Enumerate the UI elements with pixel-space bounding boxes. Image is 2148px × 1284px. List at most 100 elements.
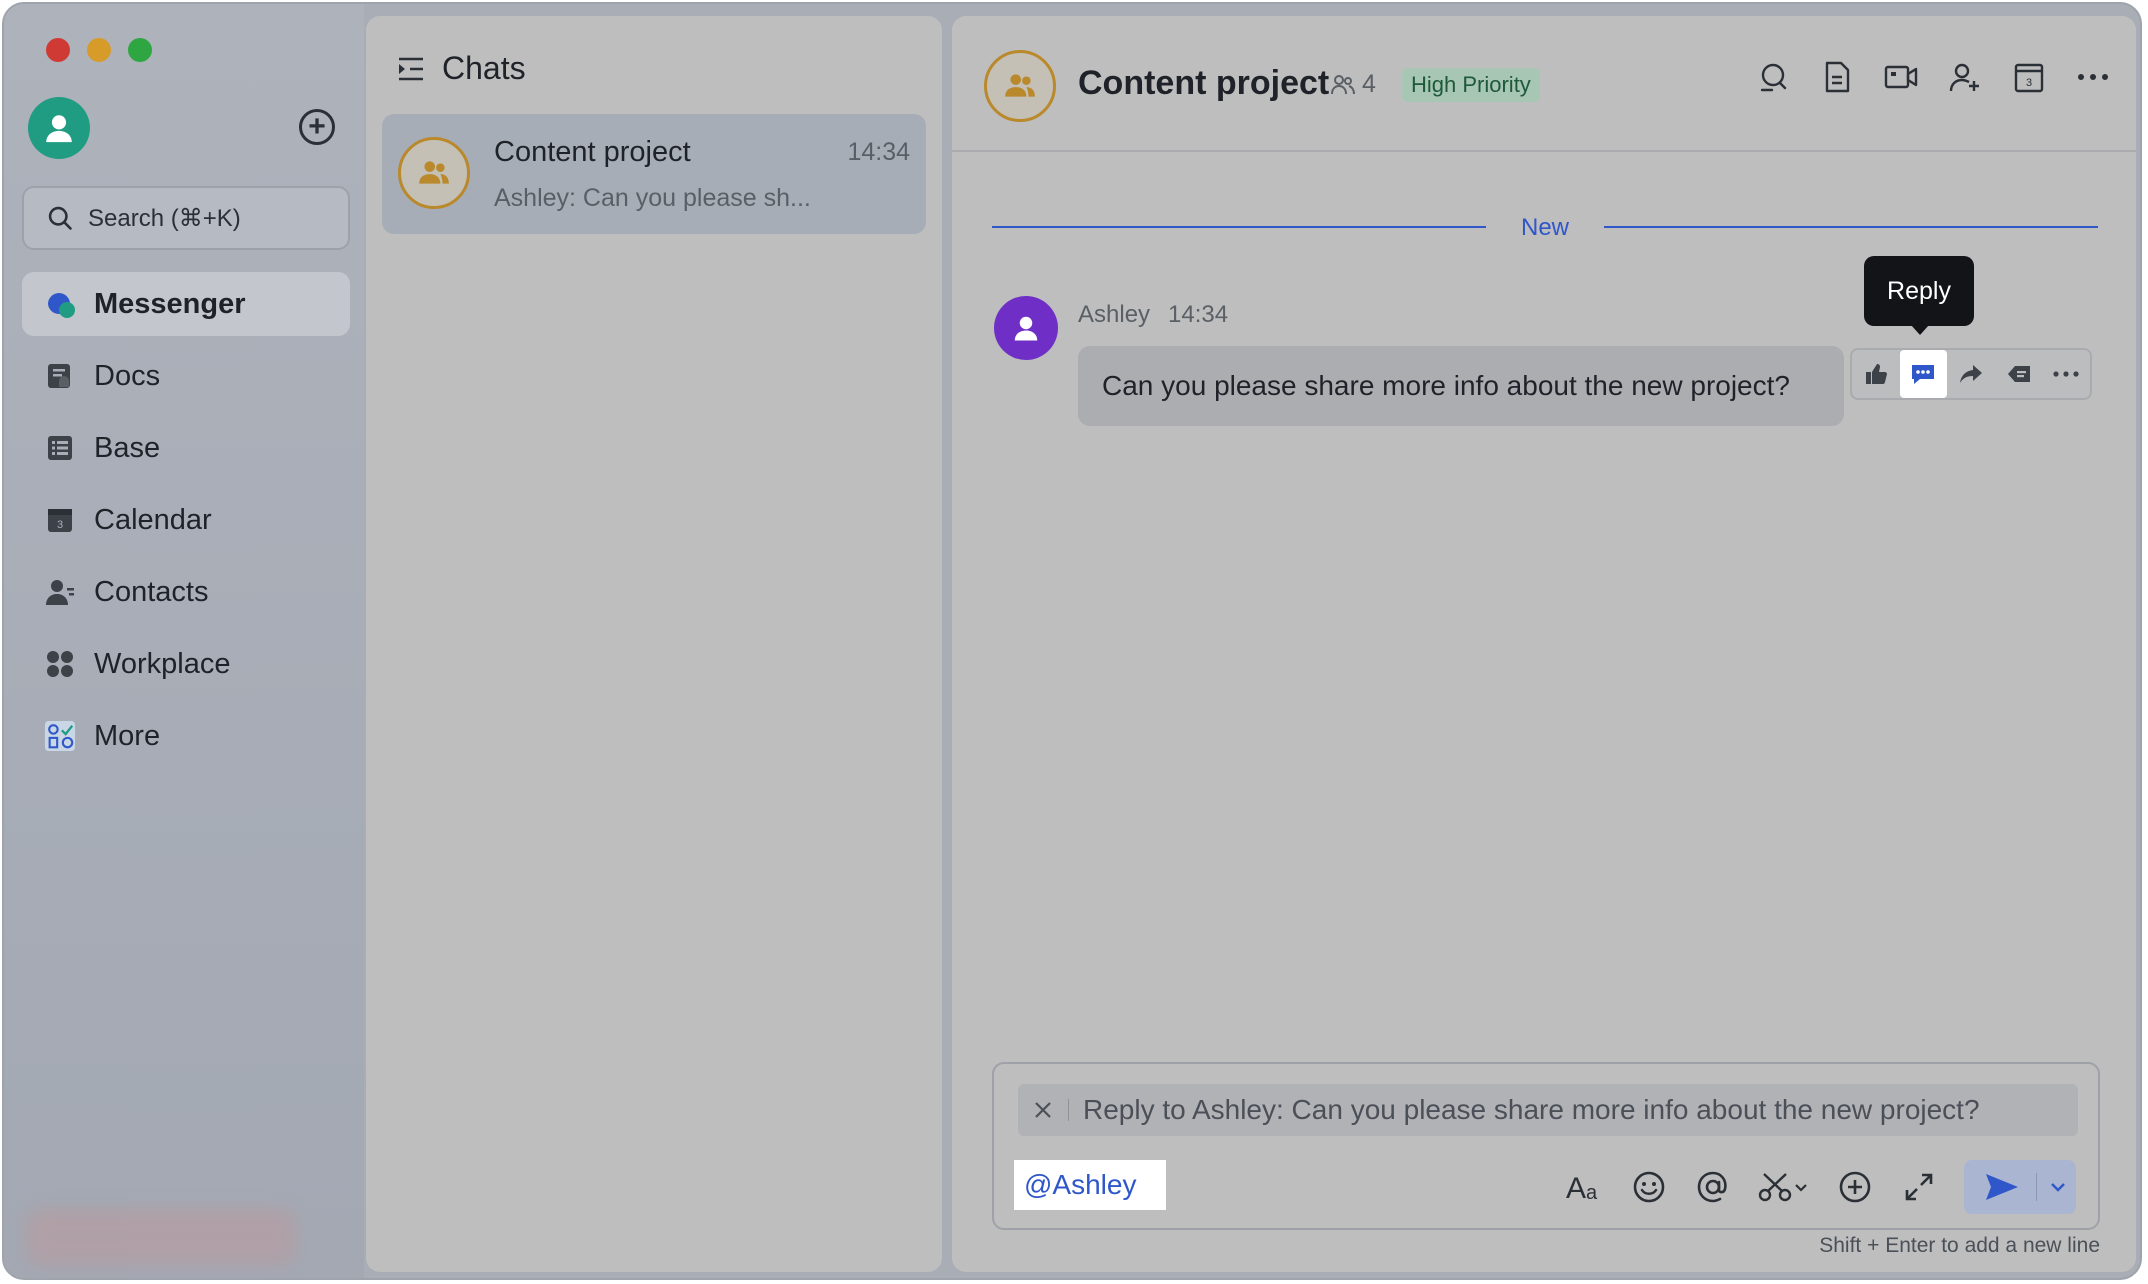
search-icon <box>48 206 72 230</box>
chat-list-item[interactable]: Content project 14:34 Ashley: Can you pl… <box>382 114 926 234</box>
members-icon <box>1331 74 1355 94</box>
new-messages-divider: New <box>992 212 2098 242</box>
chevron-down-icon[interactable] <box>2050 1182 2066 1192</box>
member-count-value: 4 <box>1362 70 1376 98</box>
forward-arrow-icon <box>1959 365 1982 383</box>
send-button[interactable] <box>1964 1160 2076 1214</box>
nav-item-workplace[interactable]: Workplace <box>22 632 350 696</box>
priority-tag: High Priority <box>1402 68 1540 102</box>
forward-button[interactable] <box>1947 350 1995 398</box>
reply-banner-text: Reply to Ashley: Can you please share mo… <box>1083 1094 1980 1125</box>
thumbs-up-button[interactable] <box>1852 350 1900 398</box>
chat-preview: Ashley: Can you please sh... <box>494 184 811 212</box>
minimize-window-button[interactable] <box>87 38 111 62</box>
base-icon <box>44 432 76 464</box>
create-button[interactable]: + <box>299 109 335 145</box>
navigation-rail: + Search (⌘+K) Messenger Docs Base 3 Cal… <box>4 4 364 1278</box>
collapse-list-icon[interactable] <box>396 54 426 84</box>
chat-list-title: Chats <box>442 50 526 86</box>
send-separator <box>2036 1173 2037 1201</box>
screenshot-button[interactable] <box>1758 1168 1810 1206</box>
person-icon <box>46 115 72 143</box>
blurred-status-area <box>26 1209 296 1265</box>
message-more-button[interactable] <box>2042 350 2090 398</box>
nav-item-calendar[interactable]: 3 Calendar <box>22 488 350 552</box>
reply-bubble-icon <box>1912 365 1935 384</box>
nav-label: Messenger <box>94 287 246 320</box>
divider-label: New <box>1520 214 1569 241</box>
thumbs-up-icon <box>1865 364 1887 384</box>
text-format-button[interactable]: Aa <box>1566 1168 1604 1206</box>
calendar-button[interactable]: 3 <box>2012 60 2046 94</box>
nav-label: Contacts <box>94 575 209 608</box>
reply-separator <box>1068 1099 1069 1121</box>
scissors-icon <box>1758 1173 1807 1202</box>
more-options-button[interactable] <box>2076 60 2110 94</box>
expand-editor-button[interactable] <box>1900 1168 1938 1206</box>
nav-item-more[interactable]: More <box>22 704 350 768</box>
search-chat-icon <box>1760 63 1787 92</box>
plus-circle-icon <box>1839 1171 1871 1203</box>
message-bubble[interactable]: Can you please share more info about the… <box>1078 346 1844 426</box>
nav-label: Workplace <box>94 647 231 680</box>
quote-button[interactable] <box>1995 350 2043 398</box>
svg-text:a: a <box>1586 1182 1598 1202</box>
person-icon <box>1014 316 1038 341</box>
mention-button[interactable] <box>1694 1168 1732 1206</box>
chat-name: Content project <box>494 136 691 168</box>
message-input[interactable]: @Ashley <box>1014 1160 1166 1210</box>
chat-list-panel: Chats Content project 14:34 Ashley: Can … <box>366 16 942 1272</box>
calendar-icon: 3 <box>44 504 76 536</box>
nav-item-docs[interactable]: Docs <box>22 344 350 408</box>
emoji-button[interactable] <box>1630 1168 1668 1206</box>
search-box[interactable]: Search (⌘+K) <box>22 186 350 250</box>
message-time: 14:34 <box>1168 301 1229 328</box>
cancel-reply-button[interactable] <box>1028 1095 1058 1125</box>
group-icon <box>419 161 449 184</box>
svg-text:3: 3 <box>2026 77 2032 89</box>
user-avatar[interactable] <box>28 97 90 159</box>
ellipsis-icon <box>2078 74 2108 80</box>
sender-avatar[interactable] <box>994 296 1058 360</box>
mention-token: @Ashley <box>1024 1169 1137 1200</box>
nav-item-contacts[interactable]: Contacts <box>22 560 350 624</box>
contacts-icon <box>44 576 76 608</box>
zoom-window-button[interactable] <box>128 38 152 62</box>
group-avatar <box>398 137 470 209</box>
nav-item-base[interactable]: Base <box>22 416 350 480</box>
ellipsis-icon <box>2053 371 2079 377</box>
docs-icon <box>44 360 76 392</box>
add-attachment-button[interactable] <box>1836 1168 1874 1206</box>
sender-name[interactable]: Ashley <box>1078 301 1150 329</box>
message-meta: Ashley 14:34 <box>1078 301 1228 329</box>
docs-button[interactable] <box>1820 60 1854 94</box>
close-window-button[interactable] <box>46 38 70 62</box>
nav-label: Calendar <box>94 503 212 536</box>
plus-icon: + <box>308 110 326 143</box>
group-icon <box>1005 74 1035 97</box>
composer-toolbar: Aa <box>1566 1160 2076 1214</box>
workplace-icon <box>44 648 76 680</box>
send-icon <box>1986 1174 2018 1200</box>
add-member-button[interactable] <box>1948 60 1982 94</box>
quote-reply-icon <box>2007 366 2030 382</box>
conversation-panel: Content project 4 High Priority 3 New As… <box>952 16 2136 1272</box>
nav-list: Messenger Docs Base 3 Calendar Contacts … <box>22 272 350 776</box>
close-icon <box>1035 1102 1051 1118</box>
reply-button[interactable] <box>1899 350 1948 398</box>
messenger-icon <box>44 288 76 320</box>
nav-item-messenger[interactable]: Messenger <box>22 272 350 336</box>
search-chat-button[interactable] <box>1756 60 1790 94</box>
conversation-header: Content project 4 High Priority 3 <box>952 16 2136 152</box>
composer-hint: Shift + Enter to add a new line <box>1819 1234 2100 1257</box>
emoji-icon <box>1633 1171 1665 1203</box>
member-count[interactable]: 4 <box>1330 70 1376 99</box>
divider-line <box>1604 226 2098 228</box>
video-call-button[interactable] <box>1884 60 1918 94</box>
text-format-icon: Aa <box>1566 1172 1598 1202</box>
window-controls <box>46 38 152 62</box>
message-action-toolbar <box>1850 348 2092 400</box>
reply-banner: Reply to Ashley: Can you please share mo… <box>1018 1084 2078 1136</box>
group-avatar[interactable] <box>984 50 1056 122</box>
chat-list-header: Chats <box>396 50 526 87</box>
